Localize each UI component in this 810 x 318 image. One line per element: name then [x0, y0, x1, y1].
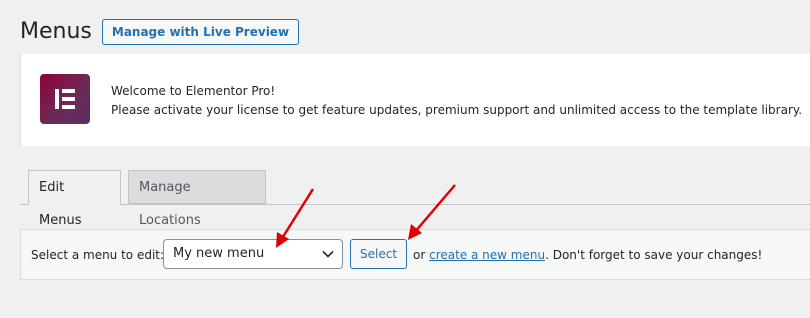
chevron-down-icon [322, 250, 334, 258]
page-title: Menus [20, 19, 92, 44]
menu-select-panel: Select a menu to edit: My new menu Selec… [20, 229, 810, 280]
create-new-menu-link[interactable]: create a new menu [429, 248, 545, 262]
notice-title: Welcome to Elementor Pro! [111, 84, 276, 98]
select-menu-button[interactable]: Select [350, 239, 408, 269]
create-menu-hint: or create a new menu. Don't forget to sa… [413, 246, 762, 264]
dropdown-selected-value: My new menu [173, 246, 265, 261]
page-header: Menus Manage with Live Preview [20, 18, 300, 46]
tab-manage-locations[interactable]: Manage Locations [128, 170, 266, 228]
elementor-logo-icon [40, 74, 90, 124]
elementor-notice: Welcome to Elementor Pro! Please activat… [20, 54, 810, 146]
tab-edit-menus[interactable]: Edit Menus [28, 170, 121, 228]
select-menu-label: Select a menu to edit: [31, 248, 165, 262]
or-text: or [413, 248, 426, 262]
manage-live-preview-button[interactable]: Manage with Live Preview [101, 19, 300, 45]
notice-text: Welcome to Elementor Pro! Please activat… [111, 82, 802, 120]
notice-body: Please activate your license to get feat… [111, 103, 803, 117]
menu-select-dropdown[interactable]: My new menu [163, 239, 343, 269]
save-reminder-text: . Don't forget to save your changes! [545, 248, 763, 262]
